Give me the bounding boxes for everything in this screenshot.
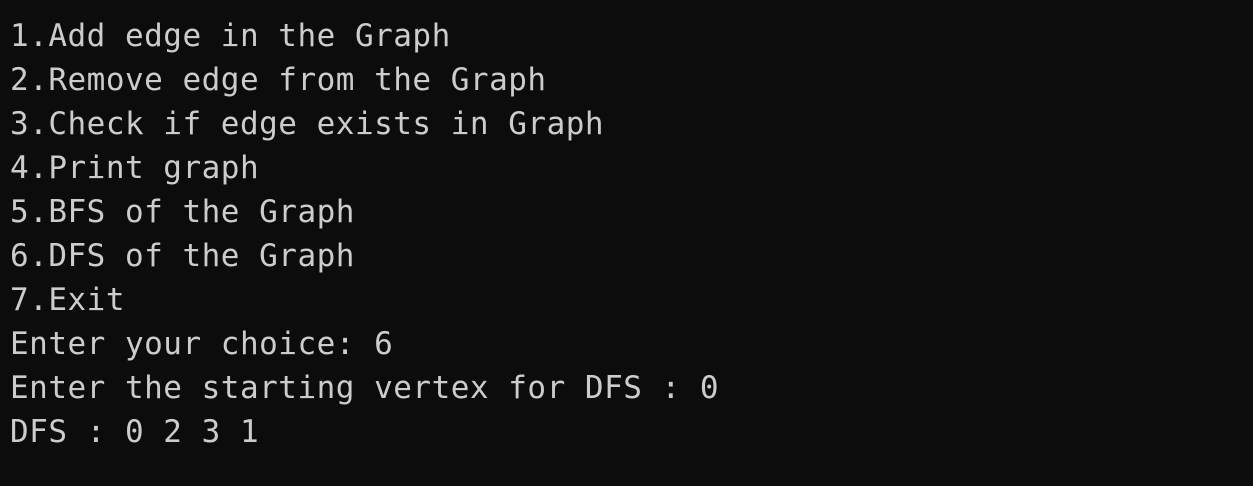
menu-option-remove-edge: 2.Remove edge from the Graph (10, 62, 547, 98)
dfs-result: DFS : 0 2 3 1 (10, 414, 260, 450)
menu-option-exit: 7.Exit (10, 282, 125, 318)
menu-option-add-edge: 1.Add edge in the Graph (10, 18, 451, 54)
menu-option-dfs: 6.DFS of the Graph (10, 238, 355, 274)
console-window[interactable]: 1.Add edge in the Graph 2.Remove edge fr… (0, 0, 1253, 486)
menu-option-print-graph: 4.Print graph (10, 150, 260, 186)
menu-option-check-edge: 3.Check if edge exists in Graph (10, 106, 605, 142)
choice-prompt: Enter your choice: 6 (10, 326, 394, 362)
vertex-prompt: Enter the starting vertex for DFS : 0 (10, 370, 720, 406)
menu-option-bfs: 5.BFS of the Graph (10, 194, 355, 230)
